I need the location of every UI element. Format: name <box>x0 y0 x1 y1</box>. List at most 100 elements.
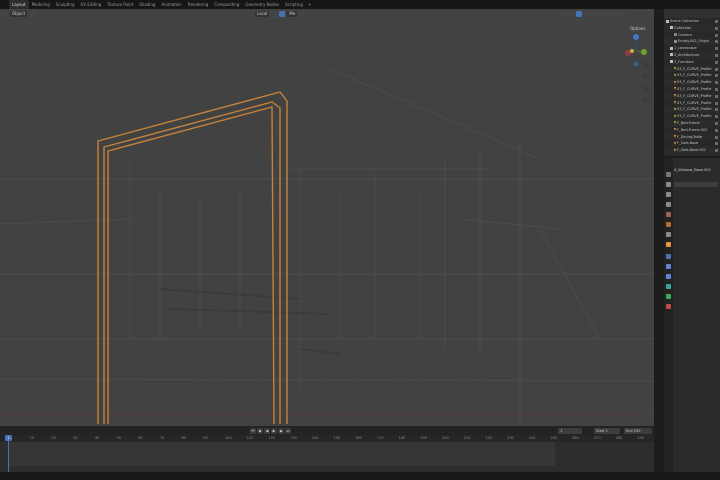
3d-viewport[interactable]: Object Local Me Options <box>0 9 654 426</box>
exclude-checkbox[interactable] <box>715 128 718 132</box>
particles-tab-icon[interactable] <box>666 264 671 269</box>
exclude-checkbox[interactable] <box>715 142 718 146</box>
workspace-tab[interactable]: Compositing <box>211 0 242 9</box>
exclude-checkbox[interactable] <box>715 26 718 30</box>
visibility-icon[interactable] <box>560 10 567 17</box>
exclude-checkbox[interactable] <box>715 20 718 23</box>
properties-search-field[interactable] <box>674 182 718 187</box>
play-icon[interactable]: ▶ <box>271 427 277 434</box>
exclude-checkbox[interactable] <box>715 149 718 153</box>
outliner-row[interactable]: 03_F_CURVE_Profile <box>664 106 720 114</box>
outliner-row[interactable]: 03_F_CURVE_Profile <box>664 65 720 73</box>
ortho-toggle-icon[interactable] <box>642 97 649 104</box>
workspace-tab[interactable]: Animation <box>158 0 184 9</box>
play-reverse-icon[interactable]: ◀ <box>264 427 270 434</box>
editor-type-icon[interactable] <box>2 10 8 17</box>
pan-hand-icon[interactable] <box>642 73 649 80</box>
exclude-checkbox[interactable] <box>715 81 718 85</box>
exclude-checkbox[interactable] <box>715 40 718 44</box>
physics-tab-icon[interactable] <box>666 274 671 279</box>
mode-dropdown[interactable]: Object <box>10 10 28 17</box>
workspace-tab[interactable]: Modeling <box>29 0 53 9</box>
view-menu-icon[interactable] <box>29 10 36 17</box>
exclude-checkbox[interactable] <box>715 115 718 119</box>
outliner-row[interactable]: 03_F_CURVE_Profile <box>664 100 720 107</box>
exclude-checkbox[interactable] <box>715 53 718 57</box>
add-workspace-button[interactable]: + <box>306 2 313 7</box>
xray-icon[interactable] <box>584 10 591 17</box>
overlay-toggle-icon[interactable] <box>576 10 583 17</box>
outliner-row[interactable]: 03_F_CURVE_Profile <box>664 113 720 120</box>
outliner-row[interactable]: 03_F_CURVE_Profile <box>664 72 720 79</box>
exclude-checkbox[interactable] <box>715 135 718 139</box>
workspace-tab[interactable]: Rendering <box>185 0 211 9</box>
collection-tab-icon[interactable] <box>666 232 671 237</box>
jump-keyframe-back-icon[interactable]: ◆ <box>257 427 263 434</box>
render-tab-icon[interactable] <box>666 182 671 187</box>
outliner-row[interactable]: 1_Landscape <box>664 45 720 52</box>
orientation-dropdown[interactable]: Local <box>255 10 270 17</box>
exclude-checkbox[interactable] <box>715 74 718 78</box>
snap-icon[interactable] <box>271 10 278 17</box>
modifier-tab-icon[interactable] <box>666 254 671 259</box>
workspace-tab[interactable]: Scripting <box>282 0 306 9</box>
wireframe-shading-icon[interactable] <box>592 10 599 17</box>
object-tab-icon[interactable] <box>666 242 671 247</box>
exclude-checkbox[interactable] <box>715 33 718 37</box>
pivot-icon[interactable] <box>279 10 286 17</box>
constraints-tab-icon[interactable] <box>666 284 671 289</box>
jump-keyframe-forward-icon[interactable]: ◆ <box>278 427 284 434</box>
outliner-row[interactable]: Empty.002_Origin <box>664 38 720 46</box>
solid-shading-icon[interactable] <box>600 10 607 17</box>
scene-tab-icon[interactable] <box>666 212 671 217</box>
data-tab-icon[interactable] <box>666 294 671 299</box>
exclude-checkbox[interactable] <box>715 94 718 98</box>
rendered-shading-icon[interactable] <box>616 10 623 17</box>
object-name-field[interactable]: A_Window_Base.001 <box>674 168 711 172</box>
start-frame-field[interactable]: Start 1 <box>594 427 620 434</box>
outliner-row[interactable]: F_Bed-Frame <box>664 119 720 127</box>
area-separator[interactable] <box>654 9 664 472</box>
end-frame-field[interactable]: End 250 <box>624 427 652 434</box>
camera-view-icon[interactable] <box>642 85 649 92</box>
tool-tab-icon[interactable] <box>666 172 671 177</box>
exclude-checkbox[interactable] <box>715 60 718 64</box>
exclude-checkbox[interactable] <box>715 108 718 112</box>
blender-menu-icon[interactable] <box>0 0 9 9</box>
outliner-row[interactable]: 03_F_CURVE_Profile <box>664 86 720 93</box>
workspace-tab[interactable]: Sculpting <box>53 0 78 9</box>
outliner-row[interactable]: 3_Furniture <box>664 59 720 66</box>
workspace-tab[interactable]: UV Editing <box>78 0 105 9</box>
output-tab-icon[interactable] <box>666 192 671 197</box>
outliner-row[interactable]: 2_Architecture <box>664 51 720 59</box>
jump-end-icon[interactable]: ⏭ <box>285 427 291 434</box>
workspace-tab[interactable]: Layout <box>9 0 29 9</box>
exclude-checkbox[interactable] <box>715 87 718 91</box>
outliner-row[interactable]: F_Sofa-Base.001 <box>664 147 720 154</box>
exclude-checkbox[interactable] <box>715 121 718 125</box>
outliner-row[interactable]: F_Dining-Table <box>664 133 720 141</box>
outliner-row[interactable]: Collection <box>664 24 720 32</box>
workspace-tab[interactable]: Texture Paint <box>104 0 136 9</box>
proportional-editing-icon[interactable] <box>299 10 306 17</box>
gizmo-toggle-icon[interactable] <box>568 10 575 17</box>
exclude-checkbox[interactable] <box>715 47 718 51</box>
outliner-row[interactable]: 03_F_CURVE_Profile <box>664 79 720 86</box>
outliner-row[interactable]: Camera <box>664 32 720 39</box>
material-tab-icon[interactable] <box>666 304 671 309</box>
jump-start-icon[interactable]: ⏮ <box>250 427 256 434</box>
outliner-row[interactable]: F_Bed-Frame.002 <box>664 127 720 134</box>
frame-ruler[interactable]: 1102030405060708090100110120130140150160… <box>0 435 654 442</box>
exclude-checkbox[interactable] <box>715 67 718 71</box>
exclude-checkbox[interactable] <box>715 101 718 105</box>
pivot-dropdown[interactable]: Me <box>287 10 298 17</box>
current-frame-field[interactable]: 1 <box>558 427 582 434</box>
workspace-tab[interactable]: Shading <box>136 0 158 9</box>
outliner-row[interactable]: Scene Collection <box>664 18 720 25</box>
outliner-row[interactable]: 03_F_CURVE_Profile <box>664 92 720 100</box>
zoom-icon[interactable] <box>642 61 649 68</box>
material-shading-icon[interactable] <box>608 10 615 17</box>
world-tab-icon[interactable] <box>666 222 671 227</box>
outliner-row[interactable]: F_Sofa-Base <box>664 140 720 147</box>
view-layer-tab-icon[interactable] <box>666 202 671 207</box>
